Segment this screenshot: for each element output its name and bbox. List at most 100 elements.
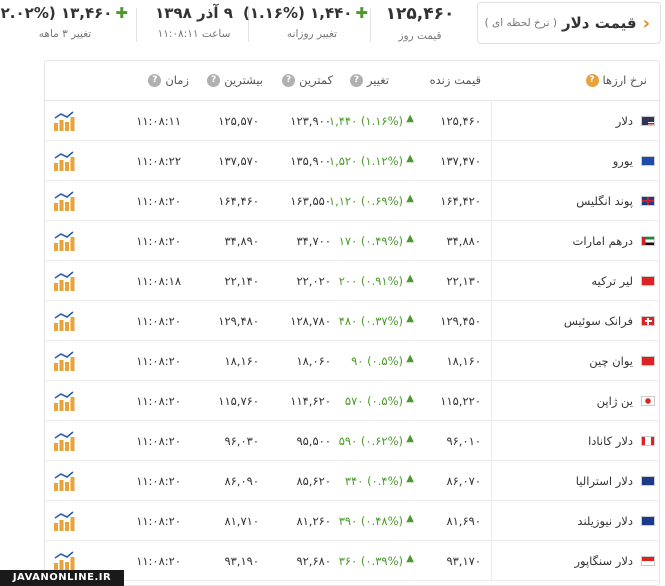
arrow-up-icon: ▲ [406, 193, 414, 204]
arrow-up-icon: ▲ [406, 113, 414, 124]
table-row[interactable]: دلار کانادا ۹۶,۰۱۰ ▲ ۵۹۰ (۰.۶۲%) ۹۵,۵۰۰ ۹۶,۰۳… [45, 421, 659, 461]
table-row[interactable]: یوان چین ۱۸,۱۶۰ ▲ ۹۰ (۰.۵%) ۱۸,۰۶۰ ۱۸,۱۶۰ ۱۱:۰… [45, 341, 659, 381]
currency-name-cell[interactable]: دلار استرالیا [491, 461, 659, 501]
chart-icon[interactable] [53, 511, 75, 531]
live-price: ۳۴,۸۸۰ [446, 234, 481, 248]
three-month-change: ✚۱۳,۴۶۰ (۱۲.۰۲%) تغییر ۳ ماهه [0, 4, 128, 40]
plus-icon: ✚ [355, 4, 368, 22]
low-price: ۸۵,۶۲۰ [296, 474, 331, 488]
daily-change-label: تغییر روزانه [286, 28, 338, 40]
arrow-up-icon: ▲ [406, 313, 414, 324]
update-time: ۱۱:۰۸:۲۰ [136, 234, 181, 248]
table-row[interactable]: دلار نیوزیلند ۸۱,۶۹۰ ▲ ۳۹۰ (۰.۴۸%) ۸۱,۲۶۰ ۸۱,… [45, 501, 659, 541]
high-price: ۸۱,۷۱۰ [224, 514, 259, 528]
help-icon[interactable]: ? [207, 73, 221, 87]
chart-icon[interactable] [53, 311, 75, 331]
update-time: ۱۱:۰۸:۲۰ [136, 314, 181, 328]
chart-icon[interactable] [53, 471, 75, 491]
column-header-low[interactable]: کمترین ? [282, 73, 333, 87]
low-price: ۱۸,۰۶۰ [296, 354, 331, 368]
currency-name: یورو [612, 154, 633, 168]
currency-name-cell[interactable]: دلار [491, 101, 659, 141]
change-value: ۴۸۰ (۰.۳۷%) [338, 314, 403, 328]
table-row[interactable]: یورو ۱۳۷,۴۷۰ ▲ ۱,۵۲۰ (۱.۱۲%) ۱۳۵,۹۰۰ ۱۳۷,۵۷۰ ۱… [45, 141, 659, 181]
currency-name-cell[interactable]: فرانک سوئیس [491, 301, 659, 341]
currency-table: نرخ ارزها ? قیمت زنده تغییر ? کمترین ? ب… [44, 60, 660, 586]
update-time: ۱۱:۰۸:۲۰ [136, 394, 181, 408]
currency-name: فرانک سوئیس [563, 314, 633, 328]
plus-icon: ✚ [115, 4, 128, 22]
turkey-flag-icon [641, 276, 655, 286]
nz-flag-icon [641, 516, 655, 526]
change-value: ۱,۴۴۰ (۱.۱۶%) [328, 114, 403, 128]
currency-name-cell[interactable]: یورو [491, 141, 659, 181]
chart-icon[interactable] [53, 111, 75, 131]
currency-name: یوان چین [589, 354, 633, 368]
arrow-up-icon: ▲ [406, 273, 414, 284]
live-price: ۱۲۵,۴۶۰ [440, 114, 481, 128]
help-icon[interactable]: ? [282, 73, 296, 87]
chevron-left-icon[interactable]: ‹ [643, 13, 650, 34]
high-price: ۱۳۷,۵۷۰ [218, 154, 259, 168]
watermark: JAVANONLINE.IR [0, 570, 124, 586]
column-header-live[interactable]: قیمت زنده [430, 73, 481, 87]
low-price: ۸۱,۲۶۰ [296, 514, 331, 528]
chart-icon[interactable] [53, 391, 75, 411]
chart-icon[interactable] [53, 191, 75, 211]
help-icon[interactable]: ? [148, 73, 162, 87]
chart-icon[interactable] [53, 151, 75, 171]
currency-name: درهم امارات [572, 234, 633, 248]
table-row[interactable]: لیر ترکیه ۲۲,۱۳۰ ▲ ۲۰۰ (۰.۹۱%) ۲۲,۰۲۰ ۲۲,۱۴۰ ۱… [45, 261, 659, 301]
table-row[interactable]: پوند انگلیس ۱۶۴,۴۲۰ ▲ ۱,۱۲۰ (۰.۶۹%) ۱۶۳,۵۵۰ ۱… [45, 181, 659, 221]
currency-name-cell[interactable]: دلار سنگاپور [491, 541, 659, 581]
table-row[interactable]: دلار ۱۲۵,۴۶۰ ▲ ۱,۴۴۰ (۱.۱۶%) ۱۲۳,۹۰۰ ۱۲۵,۵۷۰ ۱… [45, 101, 659, 141]
currency-name: دلار [615, 114, 633, 128]
change-value: ۱۷۰ (۰.۴۹%) [338, 234, 403, 248]
currency-name-cell[interactable]: دلار نیوزیلند [491, 501, 659, 541]
column-header-time[interactable]: زمان ? [148, 73, 189, 87]
table-row[interactable]: دلار سنگاپور ۹۳,۱۷۰ ▲ ۳۶۰ (۰.۳۹%) ۹۲,۶۸۰ ۹۳,۱… [45, 541, 659, 581]
low-price: ۳۴,۷۰۰ [296, 234, 331, 248]
currency-name-cell[interactable]: لیر ترکیه [491, 261, 659, 301]
table-row[interactable]: فرانک سوئیس ۱۲۹,۴۵۰ ▲ ۴۸۰ (۰.۳۷%) ۱۲۸,۷۸۰ ۱۲۹… [45, 301, 659, 341]
high-price: ۸۶,۰۹۰ [224, 474, 259, 488]
divider [370, 8, 371, 42]
currency-name-cell[interactable]: ین ژاپن [491, 381, 659, 421]
help-icon[interactable]: ? [585, 73, 599, 87]
chart-icon[interactable] [53, 551, 75, 571]
arrow-up-icon: ▲ [406, 233, 414, 244]
currency-name-cell[interactable]: درهم امارات [491, 221, 659, 261]
time-value: ساعت ۱۱:۰۸:۱۱ [157, 28, 231, 40]
change-value: ۵۹۰ (۰.۶۲%) [338, 434, 403, 448]
low-price: ۲۲,۰۲۰ [296, 274, 331, 288]
title-box[interactable]: ‹ قیمت دلار ( نرخ لحظه ای ) [477, 2, 661, 44]
column-header-change[interactable]: تغییر ? [349, 73, 389, 87]
table-row[interactable]: درهم امارات ۳۴,۸۸۰ ▲ ۱۷۰ (۰.۴۹%) ۳۴,۷۰۰ ۳۴,۸۹… [45, 221, 659, 261]
chart-icon[interactable] [53, 351, 75, 371]
low-price: ۹۲,۶۸۰ [296, 554, 331, 568]
currency-name-cell[interactable]: پوند انگلیس [491, 181, 659, 221]
update-time: ۱۱:۰۸:۲۰ [136, 474, 181, 488]
live-price: ۱۳۷,۴۷۰ [440, 154, 481, 168]
table-row[interactable]: دلار استرالیا ۸۶,۰۷۰ ▲ ۳۴۰ (۰.۴%) ۸۵,۶۲۰ ۸۶,۰… [45, 461, 659, 501]
table-row[interactable]: ین ژاپن ۱۱۵,۲۲۰ ▲ ۵۷۰ (۰.۵%) ۱۱۴,۶۲۰ ۱۱۵,۷۶۰ ۱… [45, 381, 659, 421]
currency-name-cell[interactable]: دلار کانادا [491, 421, 659, 461]
help-icon[interactable]: ? [349, 73, 363, 87]
live-price: ۸۶,۰۷۰ [446, 474, 481, 488]
us-flag-icon [641, 116, 655, 126]
column-header-high[interactable]: بیشترین ? [207, 73, 263, 87]
three-month-change-value: ۱۳,۴۶۰ (۱۲.۰۲%) [0, 4, 113, 22]
canada-flag-icon [641, 436, 655, 446]
chart-icon[interactable] [53, 431, 75, 451]
currency-name-cell[interactable]: یوان چین [491, 341, 659, 381]
column-header-name[interactable]: نرخ ارزها ? [585, 73, 647, 87]
live-price: ۲۲,۱۳۰ [446, 274, 481, 288]
change-value: ۱,۵۲۰ (۱.۱۲%) [328, 154, 403, 168]
date-value: ۹ آذر ۱۳۹۸ [155, 4, 233, 22]
update-time: ۱۱:۰۸:۱۱ [136, 114, 181, 128]
uae-flag-icon [641, 236, 655, 246]
chart-icon[interactable] [53, 271, 75, 291]
high-price: ۹۳,۱۹۰ [224, 554, 259, 568]
day-price-value: ۱۲۵,۴۶۰ [385, 4, 455, 24]
chart-icon[interactable] [53, 231, 75, 251]
